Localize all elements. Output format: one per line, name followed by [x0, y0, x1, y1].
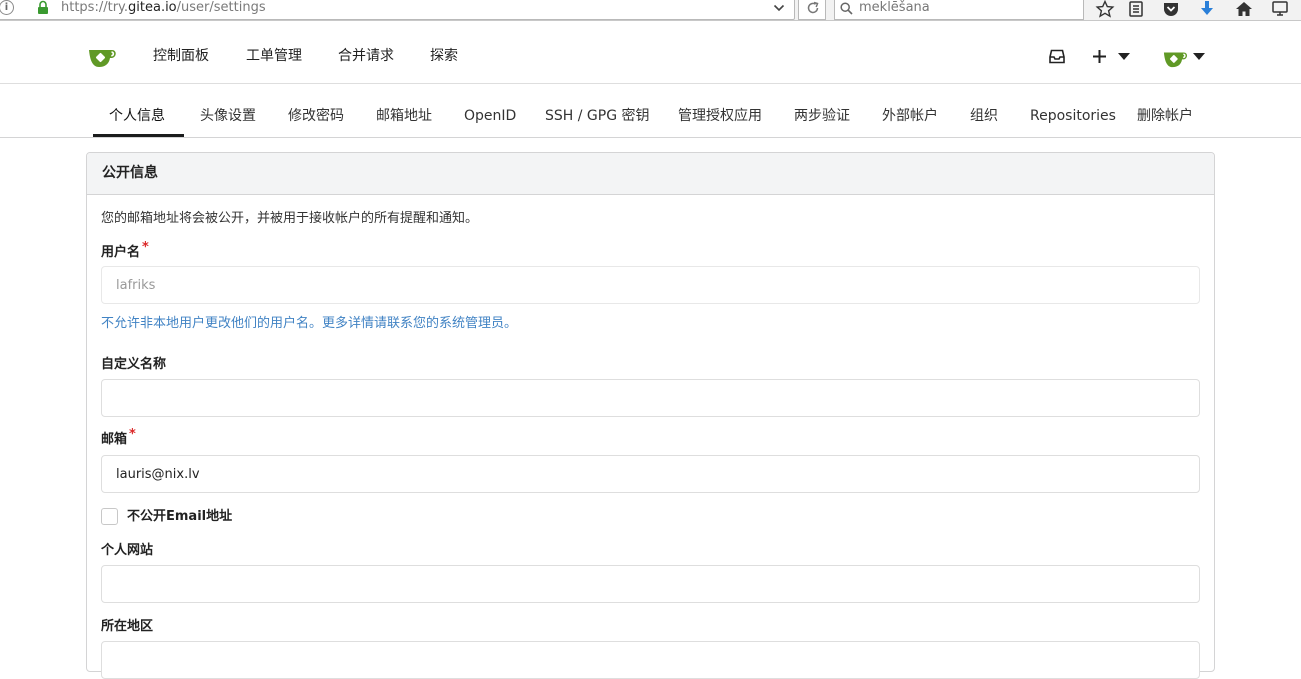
- url-text[interactable]: https://try.gitea.io/user/settings: [61, 0, 266, 17]
- nav-explore[interactable]: 探索: [430, 46, 458, 66]
- info-icon[interactable]: i: [0, 0, 14, 15]
- tab-delete-account[interactable]: 删除帐户: [1137, 106, 1193, 126]
- tab-password[interactable]: 修改密码: [288, 106, 344, 126]
- tab-two-factor[interactable]: 两步验证: [794, 106, 850, 126]
- email-visibility-help: 您的邮箱地址将会被公开，并被用于接收帐户的所有提醒和通知。: [101, 211, 479, 226]
- panel-header: 公开信息: [87, 153, 1214, 195]
- nav-issues[interactable]: 工单管理: [246, 46, 302, 66]
- nav-dashboard[interactable]: 控制面板: [153, 46, 209, 66]
- tab-profile[interactable]: 个人信息: [109, 106, 165, 126]
- url-host: gitea.io: [128, 0, 177, 15]
- tab-ssh-gpg-keys[interactable]: SSH / GPG 密钥: [545, 106, 650, 126]
- sync-icon[interactable]: [1270, 0, 1290, 18]
- tab-organizations[interactable]: 组织: [970, 106, 998, 126]
- reload-icon: [807, 1, 819, 14]
- email-label-text: 邮箱: [101, 432, 128, 447]
- pocket-icon[interactable]: [1161, 0, 1181, 18]
- website-label: 个人网站: [101, 543, 154, 558]
- location-label: 所在地区: [101, 619, 154, 634]
- search-placeholder: meklēšana: [859, 0, 930, 15]
- chevron-down-icon[interactable]: [773, 2, 785, 14]
- hide-email-checkbox[interactable]: [101, 508, 118, 525]
- active-tab-indicator: [93, 134, 184, 137]
- url-scheme: https://try.: [61, 0, 129, 15]
- browser-search-input[interactable]: meklēšana: [834, 0, 1084, 20]
- home-icon[interactable]: [1234, 0, 1254, 18]
- download-icon[interactable]: [1197, 0, 1217, 18]
- fullname-input[interactable]: [101, 379, 1200, 417]
- username-label: 用户名 *: [101, 240, 149, 262]
- tab-external-accounts[interactable]: 外部帐户: [882, 106, 938, 126]
- panel-title: 公开信息: [102, 165, 158, 181]
- username-label-text: 用户名: [101, 245, 141, 260]
- lock-icon[interactable]: [37, 0, 49, 15]
- tab-openid[interactable]: OpenID: [464, 106, 516, 126]
- fullname-label: 自定义名称: [101, 357, 167, 372]
- settings-tabs: 个人信息 头像设置 修改密码 邮箱地址 OpenID SSH / GPG 密钥 …: [0, 84, 1301, 138]
- username-change-note: 不允许非本地用户更改他们的用户名。更多详情请联系您的系统管理员。: [101, 316, 518, 331]
- reader-icon[interactable]: [1126, 0, 1146, 18]
- required-mark: *: [129, 427, 136, 442]
- tab-repositories[interactable]: Repositories: [1030, 106, 1116, 126]
- reload-button[interactable]: [798, 0, 826, 20]
- inbox-icon[interactable]: [1049, 49, 1065, 64]
- url-bar[interactable]: i https://try.gitea.io/user/settings: [0, 0, 795, 20]
- caret-down-icon[interactable]: [1118, 53, 1130, 60]
- nav-pull-requests[interactable]: 合并请求: [338, 46, 394, 66]
- required-mark: *: [142, 240, 149, 255]
- star-icon[interactable]: [1095, 0, 1115, 18]
- search-icon: [840, 2, 853, 15]
- username-input[interactable]: [101, 266, 1200, 304]
- email-input[interactable]: [101, 455, 1200, 493]
- avatar[interactable]: [1163, 49, 1189, 68]
- email-label: 邮箱 *: [101, 427, 136, 449]
- tab-avatar[interactable]: 头像设置: [200, 106, 256, 126]
- plus-icon[interactable]: [1092, 49, 1107, 64]
- caret-down-icon[interactable]: [1193, 53, 1205, 60]
- tab-emails[interactable]: 邮箱地址: [376, 106, 432, 126]
- url-path: /user/settings: [176, 0, 266, 15]
- browser-toolbar: i https://try.gitea.io/user/settings mek…: [0, 0, 1301, 21]
- tab-applications[interactable]: 管理授权应用: [678, 106, 762, 126]
- website-input[interactable]: [101, 565, 1200, 603]
- site-header: 控制面板 工单管理 合并请求 探索: [0, 31, 1301, 84]
- gitea-logo-icon[interactable]: [88, 46, 118, 68]
- hide-email-label[interactable]: 不公开Email地址: [127, 507, 232, 527]
